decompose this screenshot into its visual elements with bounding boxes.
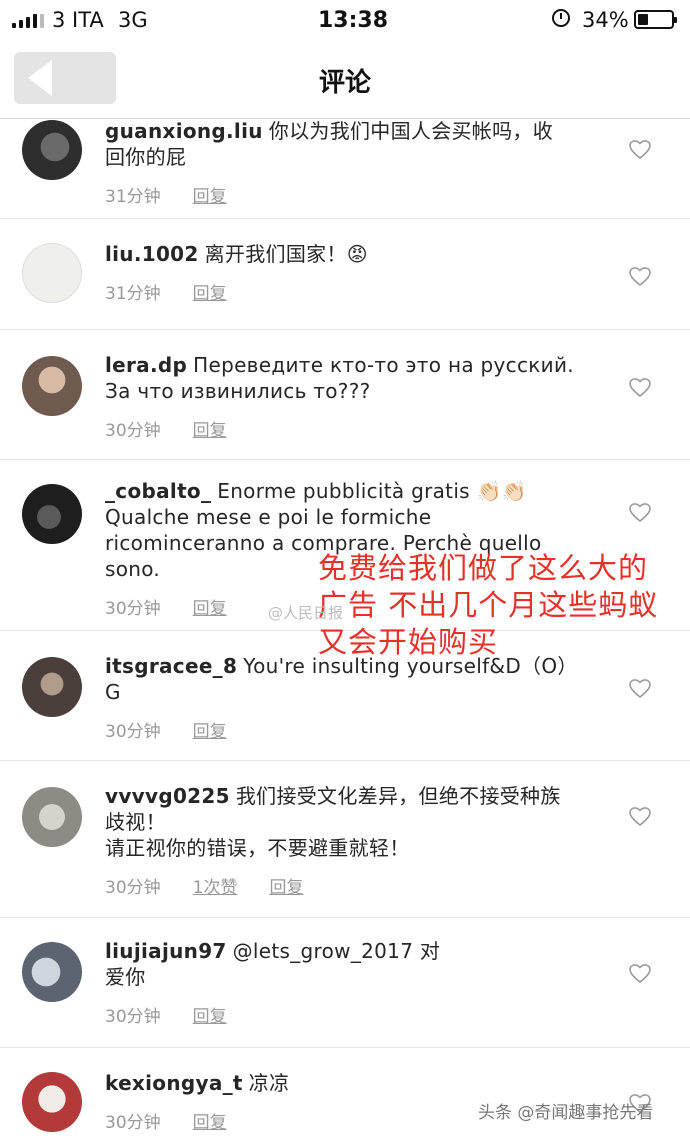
carrier-name: 3 ITA xyxy=(52,8,104,32)
heart-icon[interactable] xyxy=(628,805,652,827)
heart-icon[interactable] xyxy=(628,265,652,287)
avatar[interactable] xyxy=(22,484,82,544)
comment-username[interactable]: _cobalto_ xyxy=(105,479,211,503)
heart-icon[interactable] xyxy=(628,962,652,984)
avatar[interactable] xyxy=(22,243,82,303)
comment-username[interactable]: vvvvg0225 xyxy=(105,784,230,808)
avatar[interactable] xyxy=(22,787,82,847)
reply-button[interactable]: 回复 xyxy=(269,873,303,898)
comment-time: 30分钟 xyxy=(105,421,161,441)
avatar[interactable] xyxy=(22,120,82,180)
reply-button[interactable]: 回复 xyxy=(193,594,227,619)
avatar[interactable] xyxy=(22,942,82,1002)
reply-button[interactable]: 回复 xyxy=(193,717,227,742)
battery-percent: 34% xyxy=(582,8,629,32)
comment-text: 离开我们国家！😡 xyxy=(204,242,368,266)
reply-button[interactable]: 回复 xyxy=(193,416,227,441)
comment-username[interactable]: liu.1002 xyxy=(105,242,199,266)
signal-strength-icon xyxy=(12,12,44,28)
heart-icon[interactable] xyxy=(628,501,652,523)
comment-time: 31分钟 xyxy=(105,284,161,304)
comment-time: 30分钟 xyxy=(105,722,161,742)
comment-item: liu.1002 离开我们国家！😡 31分钟 回复 xyxy=(0,219,690,330)
reply-button[interactable]: 回复 xyxy=(193,279,227,304)
comment-item: vvvvg0225 我们接受文化差异，但绝不接受种族 歧视！ 请正视你的错误，不要… xyxy=(0,761,690,918)
alarm-icon xyxy=(552,9,570,27)
comment-item: lera.dp Переведите кто-то это на русский.… xyxy=(0,330,690,460)
heart-icon[interactable] xyxy=(628,376,652,398)
weibo-watermark: @人民日报 xyxy=(268,604,344,622)
reply-button[interactable]: 回复 xyxy=(193,182,227,207)
comment-time: 30分钟 xyxy=(105,878,161,898)
comment-username[interactable]: itsgracee_8 xyxy=(105,654,237,678)
comment-time: 30分钟 xyxy=(105,1113,161,1133)
avatar[interactable] xyxy=(22,1072,82,1132)
page-title: 评论 xyxy=(318,68,371,98)
comment-username[interactable]: guanxiong.liu xyxy=(105,119,263,143)
comment-username[interactable]: kexiongya_t xyxy=(105,1071,243,1095)
toutiao-watermark: 头条 @奇闻趣事抢先看 xyxy=(478,1103,654,1123)
avatar[interactable] xyxy=(22,356,82,416)
status-bar: 3 ITA 3G 13:38 34% xyxy=(0,0,690,40)
reply-button[interactable]: 回复 xyxy=(193,1108,227,1133)
comment-item: guanxiong.liu 你以为我们中国人会买帐吗，收 回你的屁 31分钟 回复 xyxy=(0,118,690,219)
comment-username[interactable]: liujiajun97 xyxy=(105,939,227,963)
battery-icon xyxy=(634,10,677,29)
comment-username[interactable]: lera.dp xyxy=(105,353,187,377)
heart-icon[interactable] xyxy=(628,138,652,160)
nav-header: 评论 xyxy=(0,40,690,119)
status-time: 13:38 xyxy=(318,8,389,33)
comment-text: 凉凉 xyxy=(248,1071,290,1095)
comment-time: 31分钟 xyxy=(105,187,161,207)
heart-icon[interactable] xyxy=(628,677,652,699)
comment-item: liujiajun97 @lets_grow_2017 对 爱你 30分钟 回复 xyxy=(0,918,690,1048)
red-annotation-text: 免费给我们做了这么大的 广告 不出几个月这些蚂蚁 又会开始购买 xyxy=(318,551,659,659)
comment-item: kexiongya_t 凉凉 30分钟 回复 xyxy=(0,1048,690,1138)
comment-time: 30分钟 xyxy=(105,599,161,619)
like-count[interactable]: 1次赞 xyxy=(193,873,238,898)
reply-button[interactable]: 回复 xyxy=(193,1002,227,1027)
comment-time: 30分钟 xyxy=(105,1007,161,1027)
avatar[interactable] xyxy=(22,657,82,717)
network-type: 3G xyxy=(118,8,148,32)
